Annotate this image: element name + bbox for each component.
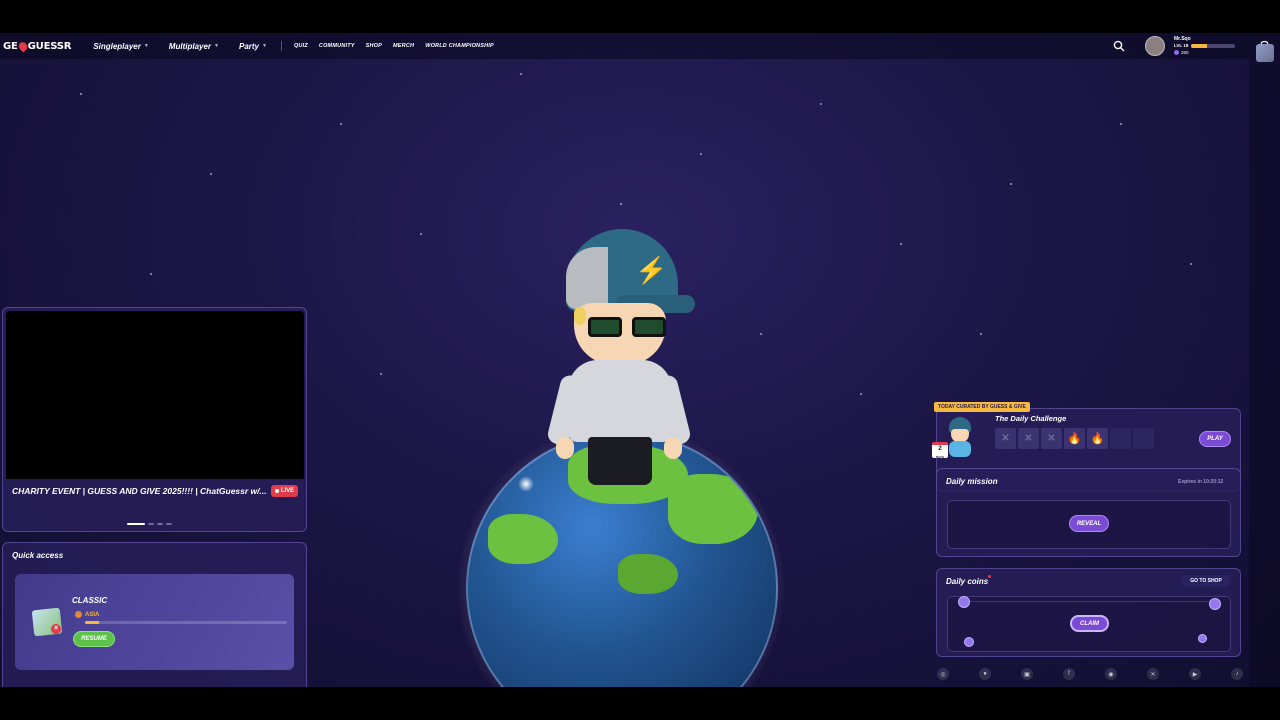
chevron-down-icon: ▼ [214,43,219,49]
avatar[interactable] [1145,36,1165,56]
curated-tag: TODAY CURATED BY GUESS & GIVE [934,402,1030,412]
nav-world-championship[interactable]: WORLD CHAMPIONSHIP [425,43,494,49]
discord-icon[interactable]: ◎ [937,668,949,680]
main-nav: Singleplayer ▼ Multiplayer ▼ Party ▼ [93,42,267,51]
coins-track-line [964,601,1216,602]
coin-icon [964,637,974,647]
stream-video[interactable] [6,311,304,479]
daily-challenge-title: The Daily Challenge [995,414,1067,423]
daily-mission-label: Daily mission [946,477,998,486]
lightning-icon: ⚡ [635,255,668,285]
nav-multiplayer[interactable]: Multiplayer ▼ [169,42,219,51]
x-icon[interactable]: ✕ [1147,668,1159,680]
secondary-nav: QUIZ COMMUNITY SHOP MERCH WORLD CHAMPION… [294,43,494,49]
streak-missed-icon: ✕ [1018,428,1039,449]
nav-divider [280,41,282,51]
chevron-down-icon: ▼ [143,43,149,49]
close-badge-icon: × [51,624,61,634]
coin-icon [1209,598,1221,610]
flame-icon: 🔥 [1087,428,1108,449]
nav-quiz[interactable]: QUIZ [294,43,308,49]
live-badge: LIVE [271,485,298,497]
profile-level: LVL 18 [1174,43,1236,48]
reddit-icon[interactable]: ● [979,668,991,680]
geoguessr-logo[interactable]: GE GUESSR [3,39,71,53]
chevron-down-icon: ▼ [262,43,267,49]
classic-progress [85,621,287,624]
coin-icon [958,596,970,608]
daily-coins-label: Daily coins [946,577,989,586]
streak-tracker: ✕ ✕ ✕ 🔥 🔥 [995,428,1154,449]
classic-title: CLASSIC [72,596,108,605]
reveal-button[interactable]: REVEAL [1069,515,1109,532]
streak-missed-icon: ✕ [1041,428,1062,449]
mission-expiry: Expires in 10:20:12 [1178,479,1224,485]
player-avatar-character: ⚡ [545,225,700,500]
twitch-icon[interactable]: ▣ [1021,668,1033,680]
claim-button[interactable]: CLAIM [1070,615,1109,632]
tiktok-icon[interactable]: ♪ [1231,668,1243,680]
nav-singleplayer[interactable]: Singleplayer ▼ [93,42,149,51]
facebook-icon[interactable]: f [1063,668,1075,680]
logo-text: GE [3,40,18,52]
nav-community[interactable]: COMMUNITY [319,43,355,49]
letterbox-bottom [0,687,1280,720]
classic-region: ASIA [75,611,99,618]
profile-name[interactable]: Mr.Sqo [1174,36,1191,42]
stream-title[interactable]: CHARITY EVENT | GUESS AND GIVE 2025!!!! … [12,486,268,496]
friend-avatar[interactable] [1256,44,1274,62]
profile-coins: 260 [1174,50,1189,55]
coin-icon [1198,634,1207,643]
nav-party[interactable]: Party ▼ [239,42,267,51]
search-icon[interactable] [1113,40,1125,52]
notification-dot [988,575,991,578]
classic-card[interactable]: × CLASSIC ASIA RESUME [15,574,294,670]
medal-icon [75,611,82,618]
letterbox-top [0,0,1280,33]
instagram-icon[interactable]: ◉ [1105,668,1117,680]
globe-glint [518,476,534,492]
go-to-shop-button[interactable]: GO TO SHOP [1181,575,1231,587]
streak-empty-slot [1110,428,1131,449]
stream-panel[interactable]: CHARITY EVENT | GUESS AND GIVE 2025!!!! … [2,307,307,532]
resume-button[interactable]: RESUME [73,631,115,647]
streak-empty-slot [1133,428,1154,449]
level-progress-bar [1191,43,1236,48]
streak-missed-icon: ✕ [995,428,1016,449]
flame-icon: 🔥 [1064,428,1085,449]
top-nav: GE GUESSR Singleplayer ▼ Multiplayer ▼ Part… [0,33,1280,59]
sunglasses [588,317,672,337]
quick-access-label: Quick access [12,551,64,560]
carousel-dots [127,523,172,525]
calendar-icon: 2 DAYS [932,442,948,459]
nav-merch[interactable]: MERCH [393,43,414,49]
youtube-icon[interactable]: ▶ [1189,668,1201,680]
right-rail [1249,59,1280,687]
nav-shop[interactable]: SHOP [366,43,382,49]
game-stage: GE GUESSR Singleplayer ▼ Multiplayer ▼ Part… [0,33,1280,687]
coin-icon [1174,50,1179,55]
daily-challenge-avatar [945,417,975,457]
live-dot-icon [274,489,279,493]
social-links: ◎ ● ▣ f ◉ ✕ ▶ ♪ [937,668,1243,680]
play-button[interactable]: PLAY [1199,431,1231,447]
quick-access-panel: Quick access × CLASSIC ASIA RESUME [2,542,307,687]
